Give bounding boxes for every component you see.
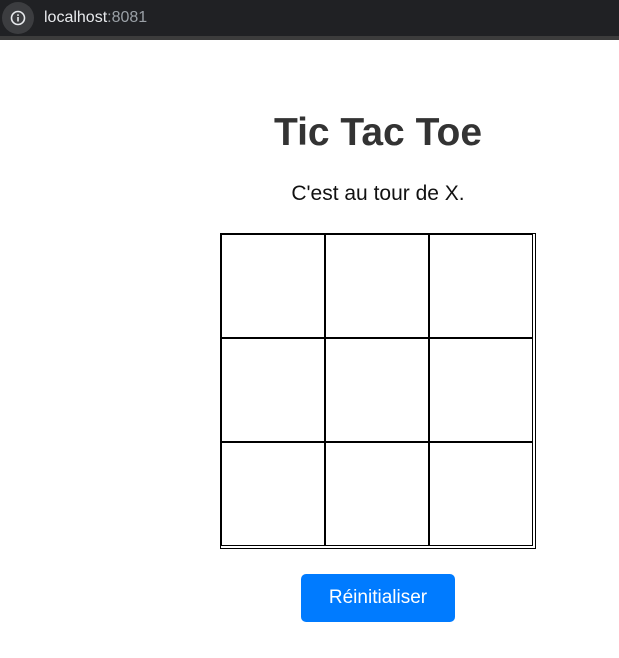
page-title: Tic Tac Toe xyxy=(273,111,483,154)
board-cell-6[interactable] xyxy=(429,338,533,442)
browser-toolbar: localhost:8081 xyxy=(0,0,619,40)
url-host: localhost xyxy=(44,9,108,26)
board-cell-1[interactable] xyxy=(221,234,325,338)
info-icon xyxy=(10,10,26,26)
board-cell-4[interactable] xyxy=(221,338,325,442)
board-cell-9[interactable] xyxy=(429,442,533,546)
game-board xyxy=(220,233,536,549)
url-port: :8081 xyxy=(107,9,148,26)
board-cell-2[interactable] xyxy=(325,234,429,338)
page-content: Tic Tac Toe C'est au tour de X. Réinitia… xyxy=(0,44,619,658)
reset-button[interactable]: Réinitialiser xyxy=(301,574,455,622)
turn-status: C'est au tour de X. xyxy=(291,182,465,205)
board-cell-3[interactable] xyxy=(429,234,533,338)
board-cell-8[interactable] xyxy=(325,442,429,546)
board-cell-5[interactable] xyxy=(325,338,429,442)
address-bar[interactable]: localhost:8081 xyxy=(44,8,147,28)
board-cell-7[interactable] xyxy=(221,442,325,546)
site-info-button[interactable] xyxy=(2,2,34,34)
